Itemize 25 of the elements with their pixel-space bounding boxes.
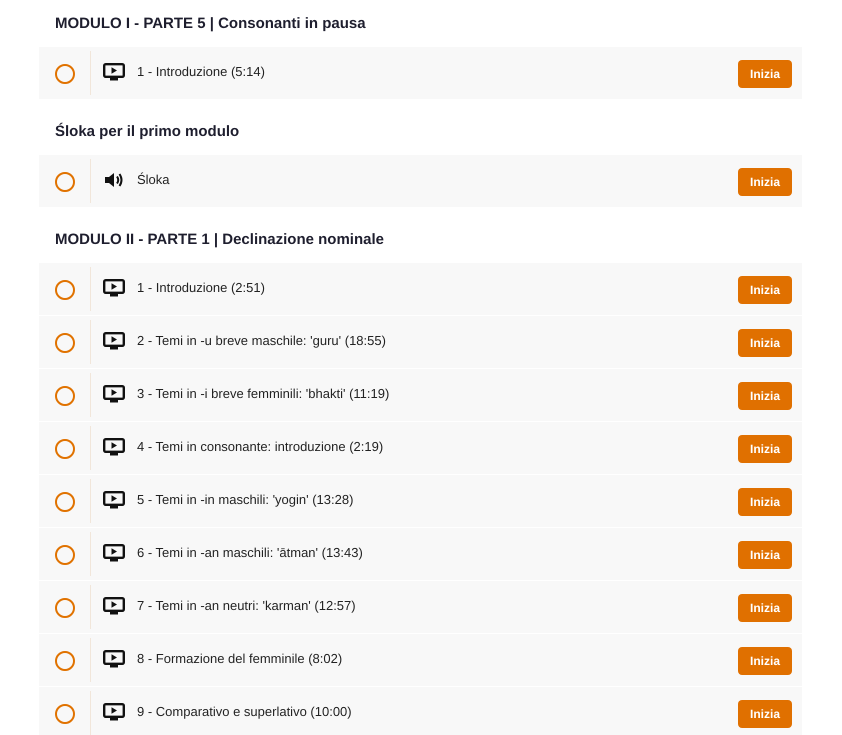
video-screen-icon [103,544,125,562]
lesson-title[interactable]: 9 - Comparativo e superlativo (10:00) [137,703,738,721]
lesson-title[interactable]: 5 - Temi in -in maschili: 'yogin' (13:28) [137,491,738,509]
lesson-title[interactable]: 8 - Formazione del femminile (8:02) [137,650,738,668]
video-screen-icon [103,703,125,721]
speaker-icon [103,171,125,189]
video-screen-icon [103,332,125,350]
video-screen-icon [103,63,125,81]
video-screen-icon [103,438,125,456]
section-heading: Śloka per il primo modulo [54,122,240,142]
section-heading: MODULO II - PARTE 1 | Declinazione nominale [54,230,385,250]
video-screen-icon [103,597,125,615]
lesson-title[interactable]: 6 - Temi in -an maschili: 'ātman' (13:43) [137,544,738,562]
lesson-title[interactable]: 2 - Temi in -u breve maschile: 'guru' (18:55) [137,332,738,350]
lesson-title[interactable]: 7 - Temi in -an neutri: 'karman' (12:57) [137,597,738,615]
video-screen-icon [103,385,125,403]
section-heading: MODULO I - PARTE 5 | Consonanti in pausa [54,14,367,34]
lesson-title[interactable]: 3 - Temi in -i breve femminili: 'bhakti' (11:19) [137,385,738,403]
lesson-title[interactable]: 4 - Temi in consonante: introduzione (2:19) [137,438,738,456]
video-screen-icon [103,279,125,297]
lesson-title[interactable]: Śloka [137,171,738,189]
lesson-title[interactable]: 1 - Introduzione (2:51) [137,279,738,297]
video-screen-icon [103,650,125,668]
video-screen-icon [103,491,125,509]
lesson-title[interactable]: 1 - Introduzione (5:14) [137,63,738,81]
